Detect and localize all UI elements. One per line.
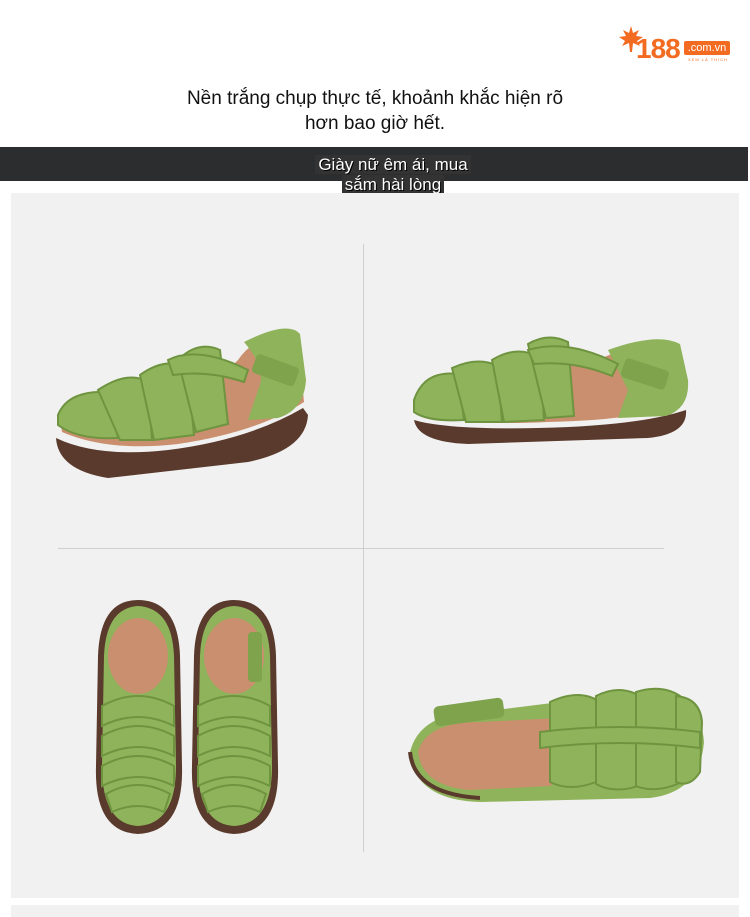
logo-domain: .com.vn bbox=[684, 41, 730, 55]
logo-tagline: XEM LÀ THÍCH bbox=[688, 57, 728, 62]
sandal-side-view-left-image bbox=[56, 328, 308, 478]
next-panel-edge bbox=[11, 905, 739, 917]
banner-line-1: Giày nữ êm ái, mua bbox=[315, 155, 471, 174]
banner-line-2: sắm hài lòng bbox=[341, 175, 445, 194]
banner-label: Giày nữ êm ái, mua sắm hài lòng bbox=[297, 155, 489, 195]
site-logo[interactable]: 188 .com.vn XEM LÀ THÍCH bbox=[618, 22, 736, 70]
sandal-inner-view-image bbox=[408, 687, 704, 802]
headline-line-2: hơn bao giờ hết. bbox=[304, 113, 446, 134]
headline: Nền trắng chụp thực tế, khoảnh khắc hiện… bbox=[150, 86, 600, 136]
headline-line-1: Nền trắng chụp thực tế, khoảnh khắc hiện… bbox=[186, 88, 564, 109]
sandal-pair-top-view-image bbox=[95, 600, 279, 834]
sandal-side-view-right-image bbox=[413, 336, 689, 444]
logo-number: 188 bbox=[636, 33, 681, 64]
grid-divider-horizontal bbox=[58, 548, 664, 549]
